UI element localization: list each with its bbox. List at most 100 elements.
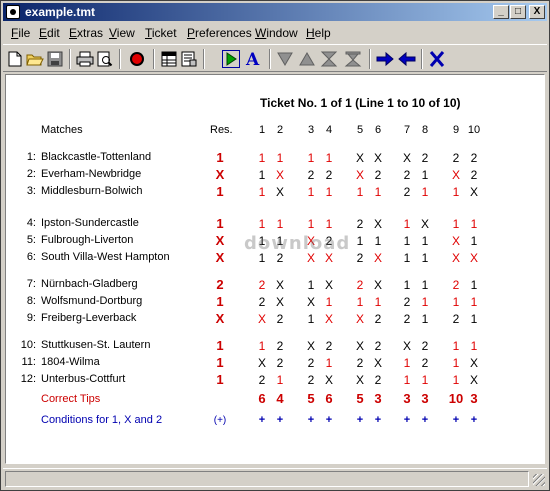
tip-cell[interactable]: X xyxy=(415,217,435,231)
tip-cell[interactable]: X xyxy=(368,217,388,231)
tip-cell[interactable]: 1 xyxy=(446,295,466,309)
tip-cell[interactable]: X xyxy=(350,373,370,387)
match-row[interactable]: 2: Everham-Newbridge X 1 X 2 2 X 2 2 1 X 2 xyxy=(6,167,546,184)
tip-cell[interactable]: X xyxy=(252,356,272,370)
condition-plus[interactable]: + xyxy=(319,414,339,426)
tip-cell[interactable]: 1 xyxy=(397,373,417,387)
condition-plus[interactable]: + xyxy=(397,414,417,426)
tip-cell[interactable]: 1 xyxy=(415,278,435,292)
tip-cell[interactable]: 1 xyxy=(301,217,321,231)
match-result[interactable]: 1 xyxy=(210,184,230,199)
arrow-down-icon[interactable] xyxy=(275,48,295,69)
tip-cell[interactable]: X xyxy=(368,251,388,265)
match-row[interactable]: 3: Middlesburn-Bolwich 1 1 X 1 1 1 1 2 1 1 X xyxy=(6,184,546,201)
match-result[interactable]: 1 xyxy=(210,355,230,370)
resize-grip[interactable] xyxy=(533,474,545,486)
condition-plus[interactable]: + xyxy=(368,414,388,426)
tip-cell[interactable]: 1 xyxy=(446,185,466,199)
new-icon[interactable] xyxy=(5,48,25,69)
tip-cell[interactable]: 1 xyxy=(301,151,321,165)
tip-cell[interactable]: 1 xyxy=(464,217,484,231)
close-x-icon[interactable] xyxy=(427,48,447,69)
tip-cell[interactable]: X xyxy=(270,168,290,182)
tip-cell[interactable]: 1 xyxy=(446,339,466,353)
tip-cell[interactable]: 2 xyxy=(368,312,388,326)
tip-cell[interactable]: 1 xyxy=(252,185,272,199)
tip-cell[interactable]: 2 xyxy=(397,295,417,309)
print-preview-icon[interactable] xyxy=(95,48,115,69)
tip-cell[interactable]: X xyxy=(368,356,388,370)
match-row[interactable]: 12: Unterbus-Cottfurt 1 2 1 2 X X 2 1 1 1 X xyxy=(6,372,546,389)
tip-cell[interactable]: X xyxy=(350,168,370,182)
match-row[interactable]: 4: Ipston-Sundercastle 1 1 1 1 1 2 X 1 X 1 1 xyxy=(6,216,546,233)
tip-cell[interactable]: 2 xyxy=(464,168,484,182)
tip-cell[interactable]: 1 xyxy=(397,234,417,248)
tip-cell[interactable]: X xyxy=(464,356,484,370)
tip-cell[interactable]: 2 xyxy=(319,168,339,182)
tip-cell[interactable]: X xyxy=(270,295,290,309)
tip-cell[interactable]: X xyxy=(350,339,370,353)
text-a-icon[interactable]: A xyxy=(243,48,263,69)
tip-cell[interactable]: 1 xyxy=(319,151,339,165)
table-icon[interactable] xyxy=(159,48,179,69)
tip-cell[interactable]: 2 xyxy=(350,217,370,231)
match-row[interactable]: 1: Blackcastle-Tottenland 1 1 1 1 1 X X X 2 2 2 xyxy=(6,150,546,167)
tip-cell[interactable]: X xyxy=(368,151,388,165)
tip-cell[interactable]: 1 xyxy=(446,356,466,370)
tip-cell[interactable]: 1 xyxy=(301,312,321,326)
tip-cell[interactable]: X xyxy=(464,373,484,387)
menu-preferences[interactable]: Preferences xyxy=(187,26,252,40)
tip-cell[interactable]: X xyxy=(397,339,417,353)
condition-plus[interactable]: + xyxy=(252,414,272,426)
tip-cell[interactable]: 2 xyxy=(301,168,321,182)
tip-cell[interactable]: 1 xyxy=(464,339,484,353)
maximize-button[interactable]: □ xyxy=(510,5,526,19)
condition-plus[interactable]: + xyxy=(350,414,370,426)
tip-cell[interactable]: 1 xyxy=(319,356,339,370)
menu-extras[interactable]: Extras xyxy=(69,26,103,40)
tip-cell[interactable]: X xyxy=(319,312,339,326)
tip-cell[interactable]: 2 xyxy=(252,278,272,292)
tip-cell[interactable]: 2 xyxy=(368,339,388,353)
export-icon[interactable] xyxy=(179,48,199,69)
tip-cell[interactable]: 2 xyxy=(397,168,417,182)
save-icon[interactable] xyxy=(45,48,65,69)
tip-cell[interactable]: 1 xyxy=(252,151,272,165)
tip-cell[interactable]: 1 xyxy=(350,185,370,199)
tip-cell[interactable]: 1 xyxy=(415,373,435,387)
condition-plus[interactable]: + xyxy=(446,414,466,426)
tip-cell[interactable]: X xyxy=(464,185,484,199)
tip-cell[interactable]: 2 xyxy=(301,356,321,370)
tip-cell[interactable]: 2 xyxy=(350,251,370,265)
minimize-button[interactable]: _ xyxy=(493,5,509,19)
tip-cell[interactable]: X xyxy=(270,278,290,292)
title-bar[interactable]: example.tmt _ □ X xyxy=(3,3,547,21)
tip-cell[interactable]: 1 xyxy=(397,278,417,292)
tip-cell[interactable]: X xyxy=(301,339,321,353)
tip-cell[interactable]: 1 xyxy=(270,151,290,165)
match-result[interactable]: X xyxy=(210,250,230,265)
open-icon[interactable] xyxy=(25,48,45,69)
tip-cell[interactable]: 2 xyxy=(252,373,272,387)
tip-cell[interactable]: 1 xyxy=(350,295,370,309)
tip-cell[interactable]: X xyxy=(368,278,388,292)
tip-cell[interactable]: X xyxy=(446,234,466,248)
match-result[interactable]: 2 xyxy=(210,277,230,292)
tip-cell[interactable]: X xyxy=(446,251,466,265)
tip-cell[interactable]: 1 xyxy=(446,217,466,231)
tip-cell[interactable]: X xyxy=(252,312,272,326)
tip-cell[interactable]: 2 xyxy=(350,356,370,370)
match-result[interactable]: 1 xyxy=(210,338,230,353)
match-result[interactable]: 1 xyxy=(210,372,230,387)
tip-cell[interactable]: X xyxy=(464,251,484,265)
tip-cell[interactable]: 1 xyxy=(368,295,388,309)
tip-cell[interactable]: 2 xyxy=(446,312,466,326)
tip-cell[interactable]: 2 xyxy=(415,151,435,165)
match-result[interactable]: X xyxy=(210,167,230,182)
tip-cell[interactable]: 1 xyxy=(319,217,339,231)
menu-ticket[interactable]: Ticket xyxy=(145,26,177,40)
tip-cell[interactable]: 1 xyxy=(415,168,435,182)
match-result[interactable]: X xyxy=(210,311,230,326)
close-button[interactable]: X xyxy=(529,5,545,19)
arrow-up-icon[interactable] xyxy=(297,48,317,69)
